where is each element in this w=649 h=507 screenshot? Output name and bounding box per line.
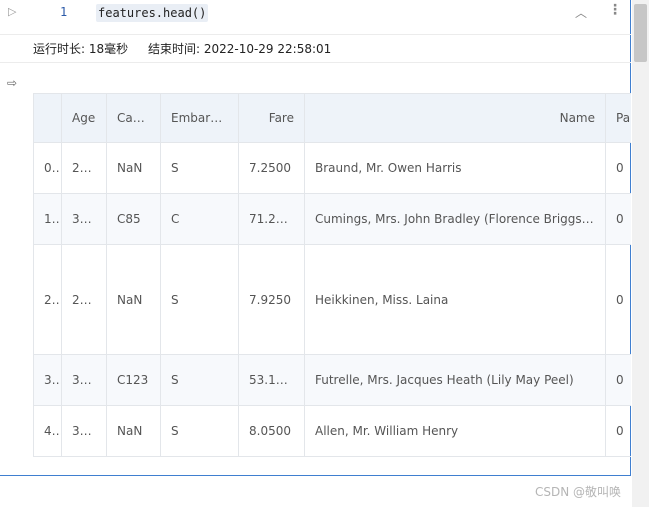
cell-name: Braund, Mr. Owen Harris: [304, 142, 606, 194]
runtime-text: 运行时长: 18毫秒: [33, 42, 129, 56]
cell-index: 0: [33, 142, 62, 194]
cell-fare: 53.1000: [238, 354, 305, 406]
cell-name: Heikkinen, Miss. Laina: [304, 244, 606, 355]
cell-age: 22.0: [61, 142, 107, 194]
cell-index: 4: [33, 405, 62, 457]
end-time-text: 结束时间: 2022-10-29 22:58:01: [147, 42, 332, 56]
column-header-embarked: Embarked: [160, 93, 239, 143]
cell-par: 0: [605, 193, 631, 245]
cell-embarked: C: [160, 193, 239, 245]
cell-fare: 7.2500: [238, 142, 305, 194]
more-vertical-icon[interactable]: ⋮: [608, 2, 622, 18]
divider: [0, 62, 631, 63]
table-row: 2 26.0 NaN S 7.9250 Heikkinen, Miss. Lai…: [33, 244, 631, 355]
column-header-cabin: Cabin: [106, 93, 161, 143]
column-header-fare: Fare: [238, 93, 305, 143]
cell-age: 35.0: [61, 405, 107, 457]
cell-name: Cumings, Mrs. John Bradley (Florence Bri…: [304, 193, 606, 245]
table-header-row: Age Cabin Embarked Fare Name Par: [33, 93, 631, 143]
cell-par: 0: [605, 354, 631, 406]
divider: [0, 34, 631, 35]
cell-cabin: NaN: [106, 244, 161, 355]
execution-status: 运行时长: 18毫秒 结束时间: 2022-10-29 22:58:01: [33, 40, 347, 57]
table-row: 3 35.0 C123 S 53.1000 Futrelle, Mrs. Jac…: [33, 354, 631, 406]
cell-par: 0: [605, 244, 631, 355]
cell-age: 26.0: [61, 244, 107, 355]
cell-par: 0: [605, 405, 631, 457]
scrollbar-thumb[interactable]: [634, 4, 647, 62]
output-icon[interactable]: ⇨: [7, 76, 17, 90]
cell-embarked: S: [160, 405, 239, 457]
cell-name: Futrelle, Mrs. Jacques Heath (Lily May P…: [304, 354, 606, 406]
dataframe-table: Age Cabin Embarked Fare Name Par 0 22.0 …: [33, 93, 631, 457]
cell-fare: 71.2833: [238, 193, 305, 245]
column-header-index: [33, 93, 62, 143]
cell-name: Allen, Mr. William Henry: [304, 405, 606, 457]
table-row: 4 35.0 NaN S 8.0500 Allen, Mr. William H…: [33, 405, 631, 457]
table-row: 0 22.0 NaN S 7.2500 Braund, Mr. Owen Har…: [33, 142, 631, 194]
cell-fare: 7.9250: [238, 244, 305, 355]
play-icon[interactable]: ▷: [8, 5, 20, 19]
column-header-age: Age: [61, 93, 107, 143]
cell-par: 0: [605, 142, 631, 194]
cell-index: 3: [33, 354, 62, 406]
cell-cabin: NaN: [106, 405, 161, 457]
code-line[interactable]: features.head(): [96, 4, 209, 22]
cell-age: 38.0: [61, 193, 107, 245]
cell-embarked: S: [160, 244, 239, 355]
chevron-up-icon[interactable]: ︿: [575, 4, 587, 21]
cell-fare: 8.0500: [238, 405, 305, 457]
dataframe-output: Age Cabin Embarked Fare Name Par 0 22.0 …: [33, 93, 631, 457]
cell-cabin: NaN: [106, 142, 161, 194]
column-header-par: Par: [605, 93, 631, 143]
cell-cabin: C85: [106, 193, 161, 245]
cell-index: 1: [33, 193, 62, 245]
line-number: 1: [60, 5, 68, 19]
cell-cabin: C123: [106, 354, 161, 406]
table-row: 1 38.0 C85 C 71.2833 Cumings, Mrs. John …: [33, 193, 631, 245]
cell-embarked: S: [160, 142, 239, 194]
cell-embarked: S: [160, 354, 239, 406]
column-header-name: Name: [304, 93, 606, 143]
cell-age: 35.0: [61, 354, 107, 406]
watermark-text: CSDN @敬叫唤: [535, 485, 622, 499]
scrollbar-track[interactable]: [632, 0, 649, 507]
cell-index: 2: [33, 244, 62, 355]
